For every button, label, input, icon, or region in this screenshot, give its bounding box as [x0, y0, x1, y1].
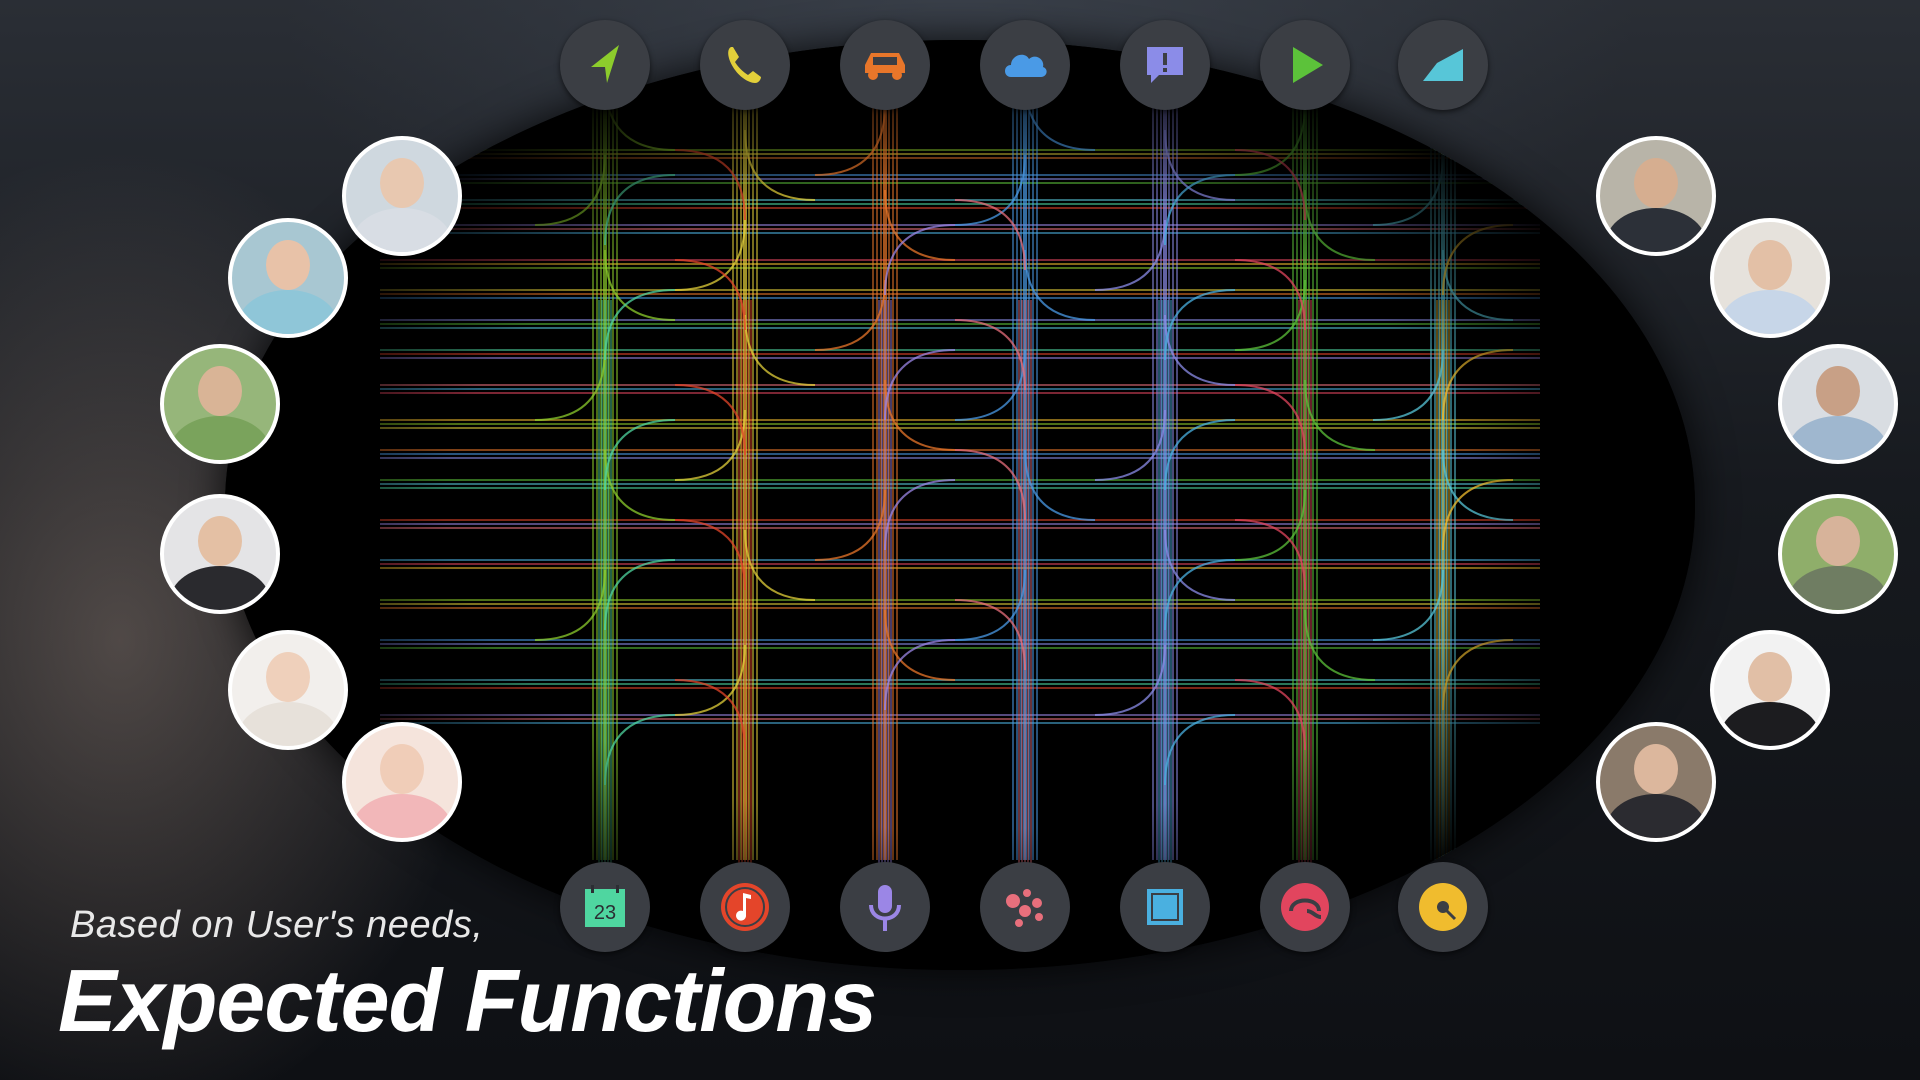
cloud-icon[interactable] [980, 20, 1070, 110]
subtitle: Based on User's needs, [70, 904, 484, 946]
person-couple [1710, 218, 1830, 338]
dots-cluster-icon[interactable] [980, 862, 1070, 952]
person-men-laughing [1778, 344, 1898, 464]
person-young-man [342, 136, 462, 256]
navigation-arrow-icon[interactable] [560, 20, 650, 110]
person-businessman-meeting [1596, 136, 1716, 256]
calendar-icon[interactable]: 23 [560, 862, 650, 952]
person-woman-smiling [1596, 722, 1716, 842]
person-older-woman [1710, 630, 1830, 750]
person-two-women [228, 218, 348, 338]
phone-icon[interactable] [700, 20, 790, 110]
person-mother-baby [228, 630, 348, 750]
music-note-icon[interactable] [700, 862, 790, 952]
person-mother-kiss [342, 722, 462, 842]
car-icon[interactable] [840, 20, 930, 110]
calendar-date-label: 23 [594, 902, 616, 924]
microphone-icon[interactable] [840, 862, 930, 952]
page-title: Expected Functions [58, 951, 877, 1050]
play-icon[interactable] [1260, 20, 1350, 110]
signal-ramp-icon[interactable] [1398, 20, 1488, 110]
person-businesswoman [160, 494, 280, 614]
person-elderly-man [1778, 494, 1898, 614]
vinyl-disc-icon[interactable] [1398, 862, 1488, 952]
alert-message-icon[interactable] [1120, 20, 1210, 110]
headset-icon[interactable] [1260, 862, 1350, 952]
person-family [160, 344, 280, 464]
square-window-icon[interactable] [1120, 862, 1210, 952]
